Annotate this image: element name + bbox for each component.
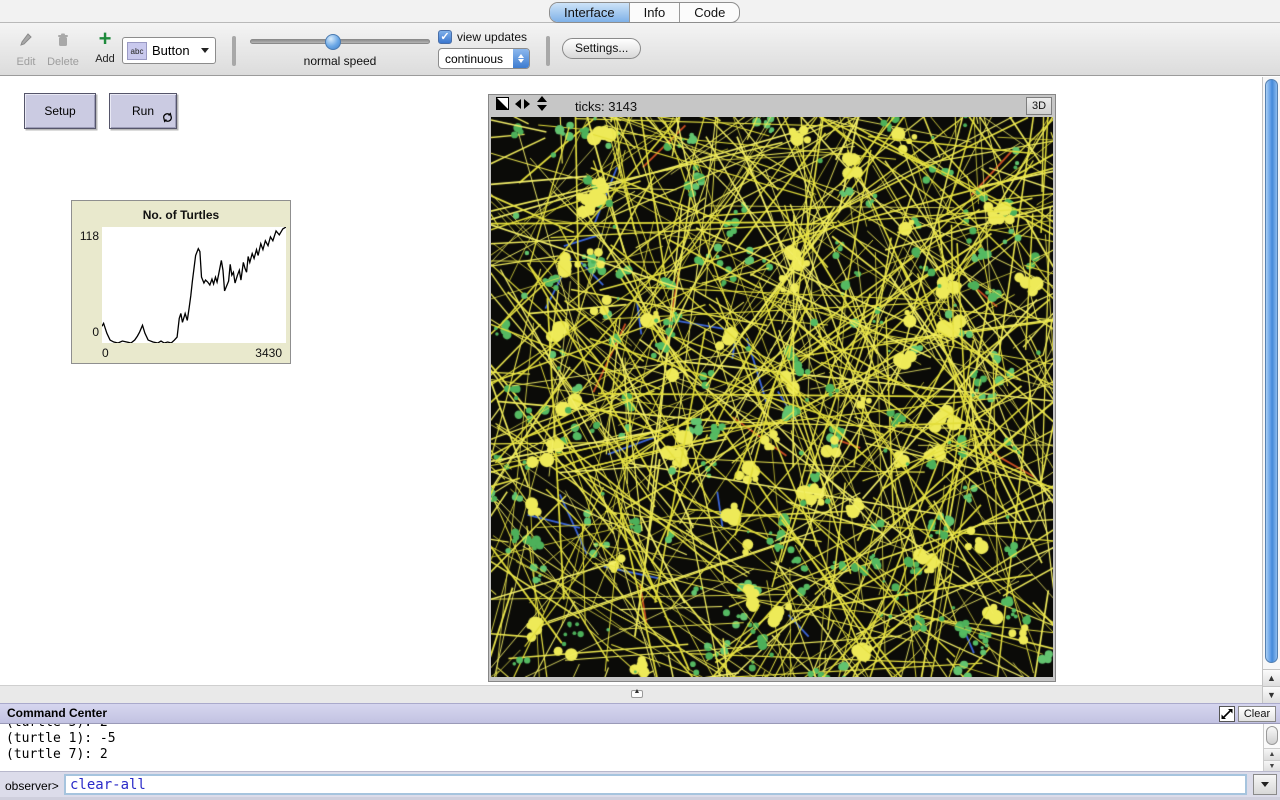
speed-slider-track[interactable] (250, 39, 430, 44)
command-center: Command Center Clear (turtle 5): 2 (turt… (0, 703, 1280, 800)
run-button[interactable]: Run (109, 93, 177, 129)
run-label: Run (132, 104, 154, 118)
edit-button: Edit (12, 31, 40, 68)
scrollbar-arrows: ▲ ▼ (1264, 748, 1280, 771)
command-history-dropdown[interactable] (1253, 774, 1277, 795)
top-strip: Interface Info Code (0, 0, 1280, 22)
forever-icon (162, 112, 173, 126)
observer-prompt: observer> (5, 779, 59, 793)
edit-label: Edit (12, 56, 40, 68)
toolbar-separator (546, 36, 550, 66)
main-vertical-scrollbar[interactable]: ▲ ▼ (1262, 77, 1280, 703)
view-updates-checkbox[interactable]: ✓ (438, 30, 452, 44)
command-output-line: (turtle 1): -5 (6, 731, 1280, 747)
chevron-down-icon (201, 48, 209, 53)
command-output-line: (turtle 7): 2 (6, 747, 1280, 763)
toolbar-separator (232, 36, 236, 66)
expand-icon[interactable] (1219, 706, 1235, 722)
command-input[interactable] (64, 774, 1247, 795)
add-label: Add (90, 53, 120, 65)
speed-slider: normal speed (250, 31, 430, 68)
world-canvas[interactable] (491, 117, 1053, 677)
command-output-lines: (turtle 5): 2 (turtle 1): -5 (turtle 7):… (0, 723, 1280, 763)
plot-x-max-label: 3430 (255, 346, 282, 360)
interface-canvas: Setup Run No. of Turtles 118 0 0 3430 (0, 76, 1262, 685)
world-view: ticks: 3143 3D (488, 94, 1056, 682)
world-view-header: ticks: 3143 3D (489, 95, 1055, 117)
widget-type-dropdown[interactable]: abc Button (122, 37, 216, 64)
tab-interface[interactable]: Interface (550, 3, 629, 22)
command-center-header: Command Center Clear (0, 703, 1280, 723)
view-size-icon[interactable] (496, 97, 509, 115)
tab-code[interactable]: Code (679, 3, 739, 22)
plot-line-svg (102, 227, 286, 343)
world-display[interactable] (491, 117, 1053, 677)
update-mode-value: continuous (439, 52, 513, 66)
chevron-down-icon (1261, 782, 1269, 787)
netlogo-window: Interface Info Code Edit Delete + Add ab… (0, 0, 1280, 800)
view-updates-label: view updates (457, 30, 527, 44)
widget-type-label: Button (152, 43, 201, 58)
scrollbar-thumb[interactable] (1265, 79, 1278, 663)
3d-button[interactable]: 3D (1026, 97, 1052, 115)
delete-label: Delete (44, 56, 82, 68)
view-updates-control: ✓ view updates (438, 30, 527, 44)
plot-y-min-label: 0 (72, 325, 99, 339)
update-mode-dropdown[interactable]: continuous (438, 48, 530, 69)
plot-title: No. of Turtles (72, 208, 290, 222)
command-center-title: Command Center (7, 706, 107, 720)
add-button[interactable]: + Add (90, 31, 120, 65)
button-widget-icon: abc (127, 42, 147, 60)
plus-icon: + (99, 26, 112, 51)
command-output-scrollbar[interactable]: ▲ ▼ (1263, 724, 1280, 771)
plot-area (102, 227, 286, 343)
splitter-divider[interactable]: ▲ (0, 685, 1262, 703)
splitter-grip[interactable]: ▲ (631, 690, 643, 698)
command-input-row: observer> (0, 771, 1280, 797)
delete-button: Delete (44, 31, 82, 68)
plot-x-min-label: 0 (102, 346, 109, 360)
scroll-down-button[interactable]: ▼ (1264, 760, 1280, 771)
scrollbar-arrows: ▲ ▼ (1263, 669, 1280, 703)
pencil-icon (17, 31, 35, 49)
toolbar: Edit Delete + Add abc Button normal spee… (0, 22, 1280, 76)
scroll-up-button[interactable]: ▲ (1263, 669, 1280, 686)
tab-info[interactable]: Info (629, 3, 680, 22)
scroll-down-button[interactable]: ▼ (1263, 686, 1280, 703)
tab-bar: Interface Info Code (549, 2, 740, 23)
trash-icon (54, 31, 72, 49)
setup-button[interactable]: Setup (24, 93, 96, 129)
vertical-arrows-icon[interactable] (536, 96, 548, 116)
ticks-counter: ticks: 3143 (575, 99, 637, 114)
stepper-arrows-icon (513, 49, 529, 68)
clear-button[interactable]: Clear (1238, 706, 1276, 722)
scroll-up-button[interactable]: ▲ (1264, 748, 1280, 760)
horizontal-arrows-icon[interactable] (515, 97, 530, 115)
speed-slider-thumb[interactable] (325, 34, 341, 50)
plot-y-max-label: 118 (72, 229, 99, 243)
scrollbar-thumb[interactable] (1266, 726, 1278, 745)
speed-slider-label: normal speed (250, 54, 430, 68)
command-output-line: (turtle 5): 2 (6, 723, 1280, 731)
plot-widget: No. of Turtles 118 0 0 3430 (71, 200, 291, 364)
settings-button[interactable]: Settings... (562, 38, 641, 59)
command-output[interactable]: (turtle 5): 2 (turtle 1): -5 (turtle 7):… (0, 723, 1280, 771)
